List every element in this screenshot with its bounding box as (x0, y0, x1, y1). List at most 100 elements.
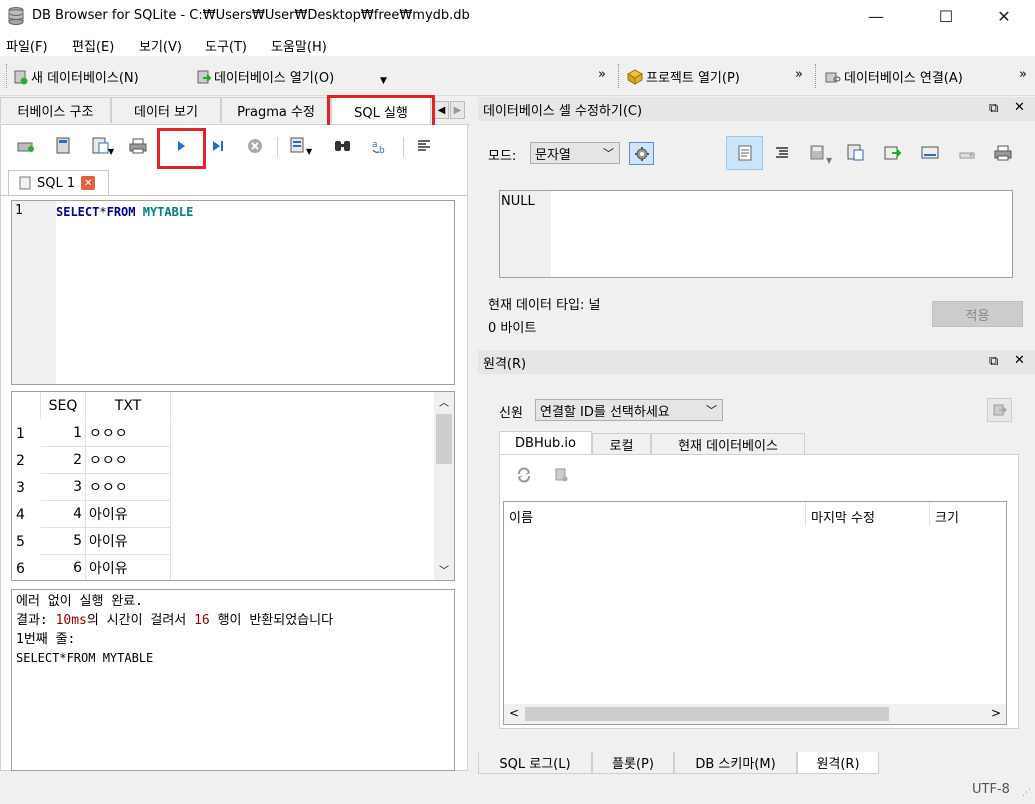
refresh-button[interactable] (513, 464, 535, 486)
row-number[interactable]: 5 (12, 528, 41, 555)
cell-txt[interactable]: ㅇㅇㅇ (86, 420, 171, 447)
cell-txt[interactable]: ㅇㅇㅇ (86, 474, 171, 501)
identity-select[interactable]: 연결할 ID를 선택하세요 ﹀ (535, 399, 723, 421)
cell-txt[interactable]: 아이유 (86, 555, 171, 580)
cell-seq[interactable]: 4 (41, 501, 86, 528)
cell-seq[interactable]: 6 (41, 555, 86, 580)
identity-import-button[interactable] (987, 398, 1012, 422)
scroll-left-icon[interactable]: < (509, 706, 519, 720)
cell-seq[interactable]: 2 (41, 447, 86, 474)
open-external-button[interactable] (956, 142, 978, 164)
cell-txt[interactable]: 아이유 (86, 528, 171, 555)
remote-tab-current-db[interactable]: 현재 데이터베이스 (651, 433, 805, 454)
tab-scroll-left-icon[interactable]: ◀ (434, 101, 449, 119)
bottom-tab-sql-log[interactable]: SQL 로그(L) (478, 752, 592, 774)
open-in-editor-button[interactable] (919, 142, 941, 164)
save-results-dropdown-icon[interactable]: ▼ (306, 147, 312, 156)
cell-seq[interactable]: 1 (41, 420, 86, 447)
cell-txt[interactable]: 아이유 (86, 501, 171, 528)
results-vertical-scrollbar[interactable]: ︿ ﹀ (434, 392, 454, 580)
sql-code-line[interactable]: SELECT*FROM MYTABLE (56, 205, 193, 219)
minimize-button[interactable]: — (853, 0, 899, 32)
toolbar-grip[interactable] (6, 64, 9, 88)
attach-database-button[interactable]: 데이터베이스 연결(A) (825, 67, 963, 86)
toolbar-overflow-3[interactable]: » (1019, 67, 1027, 82)
scroll-right-icon[interactable]: > (991, 706, 1001, 720)
maximize-button[interactable]: ☐ (923, 0, 969, 32)
auto-switch-mode-button[interactable] (629, 142, 654, 165)
print-button[interactable] (127, 135, 149, 157)
cell-seq[interactable]: 5 (41, 528, 86, 555)
toolbar-overflow-1[interactable]: » (598, 67, 606, 82)
column-header-name[interactable]: 이름 (509, 507, 533, 526)
mode-select[interactable]: 문자열 ﹀ (530, 142, 620, 164)
column-header-last-modified[interactable]: 마지막 수정 (811, 507, 875, 526)
remote-horizontal-scrollbar[interactable]: < > (504, 704, 1006, 724)
execute-current-line-button[interactable] (207, 135, 229, 157)
tab-database-structure[interactable]: 터베이스 구조 (0, 97, 111, 123)
results-grid[interactable]: SEQ TXT 1 1 ㅇㅇㅇ 2 2 ㅇㅇㅇ 3 3 ㅇㅇㅇ 4 4 아이유 5 5 아이유 6 6 아이유 ︿… (11, 391, 455, 581)
open-database-button[interactable]: 데이터베이스 열기(O) (197, 67, 334, 86)
apply-button[interactable]: 적용 (932, 301, 1023, 327)
row-number[interactable]: 3 (12, 474, 41, 501)
cell-value-editor[interactable]: NULL (499, 190, 1013, 278)
row-number[interactable]: 2 (12, 447, 41, 474)
toolbar-grip-2[interactable] (618, 64, 621, 88)
open-project-button[interactable]: 프로젝트 열기(P) (627, 67, 740, 86)
menu-file[interactable]: 파일(F) (6, 36, 48, 55)
tab-browse-data[interactable]: 데이터 보기 (111, 97, 221, 123)
menu-tools[interactable]: 도구(T) (205, 36, 247, 55)
tab-scroll-right-icon[interactable]: ▶ (450, 101, 465, 119)
menu-help[interactable]: 도움말(H) (271, 36, 327, 55)
cell-seq[interactable]: 3 (41, 474, 86, 501)
menu-edit[interactable]: 편집(E) (72, 36, 114, 55)
save-sql-file-button[interactable]: ▼ (90, 135, 114, 157)
import-file-button[interactable]: ▼ (808, 142, 832, 165)
clone-button[interactable] (550, 464, 572, 486)
size-grip-icon[interactable]: ⋰ (1022, 788, 1031, 798)
row-number[interactable]: 1 (12, 420, 41, 447)
tab-pragma[interactable]: Pragma 수정 (221, 97, 331, 123)
open-database-dropdown-icon[interactable]: ▼ (380, 76, 387, 86)
open-sql-file-button[interactable] (52, 135, 74, 157)
cell-txt[interactable]: ㅇㅇㅇ (86, 447, 171, 474)
scroll-up-icon[interactable]: ︿ (439, 394, 449, 409)
toolbar-overflow-2[interactable]: » (795, 67, 803, 82)
set-null-button[interactable] (882, 142, 904, 164)
scroll-down-icon[interactable]: ﹀ (439, 562, 449, 577)
find-button[interactable] (332, 135, 354, 157)
close-button[interactable]: ✕ (981, 0, 1027, 32)
remote-tab-local[interactable]: 로컬 (592, 433, 651, 454)
bottom-tab-db-schema[interactable]: DB 스키마(M) (674, 752, 797, 774)
edit-cell-close-icon[interactable]: ✕ (1014, 100, 1025, 115)
new-database-button[interactable]: 새 데이터베이스(N) (14, 67, 139, 86)
comment-block-button[interactable] (413, 135, 435, 157)
message-output[interactable]: 에러 없이 실행 완료. 결과: 10ms의 시간이 걸려서 16 행이 반환되… (11, 589, 455, 771)
remote-file-list[interactable]: 이름 마지막 수정 크기 < > (503, 501, 1007, 725)
close-tab-icon[interactable]: ✕ (81, 176, 96, 190)
remote-tab-dbhub[interactable]: DBHub.io (499, 431, 592, 454)
toolbar-grip-3[interactable] (815, 64, 818, 88)
horizontal-scroll-thumb[interactable] (525, 707, 889, 721)
row-number[interactable]: 6 (12, 555, 41, 580)
save-results-button[interactable]: ▼ (288, 135, 312, 157)
remote-close-icon[interactable]: ✕ (1014, 353, 1025, 368)
bottom-tab-plot[interactable]: 플롯(P) (592, 752, 674, 774)
print-cell-button[interactable] (992, 142, 1014, 164)
column-header-txt[interactable]: TXT (86, 392, 171, 419)
sql-editor-tab[interactable]: SQL 1 ✕ (8, 170, 109, 195)
bottom-tab-remote[interactable]: 원격(R) (797, 752, 879, 774)
word-wrap-button[interactable] (726, 136, 763, 170)
open-tab-button[interactable] (15, 135, 37, 157)
save-dropdown-icon[interactable]: ▼ (108, 147, 114, 156)
scroll-thumb[interactable] (436, 414, 452, 464)
column-header-size[interactable]: 크기 (935, 507, 959, 526)
export-file-button[interactable] (845, 142, 867, 164)
auto-format-button[interactable] (771, 142, 793, 164)
remote-float-icon[interactable]: ⧉ (989, 354, 998, 369)
edit-cell-float-icon[interactable]: ⧉ (989, 101, 998, 116)
menu-view[interactable]: 보기(V) (139, 36, 182, 55)
column-header-seq[interactable]: SEQ (41, 392, 86, 419)
stop-execution-button[interactable] (244, 135, 266, 157)
find-replace-button[interactable]: ab (369, 135, 391, 157)
